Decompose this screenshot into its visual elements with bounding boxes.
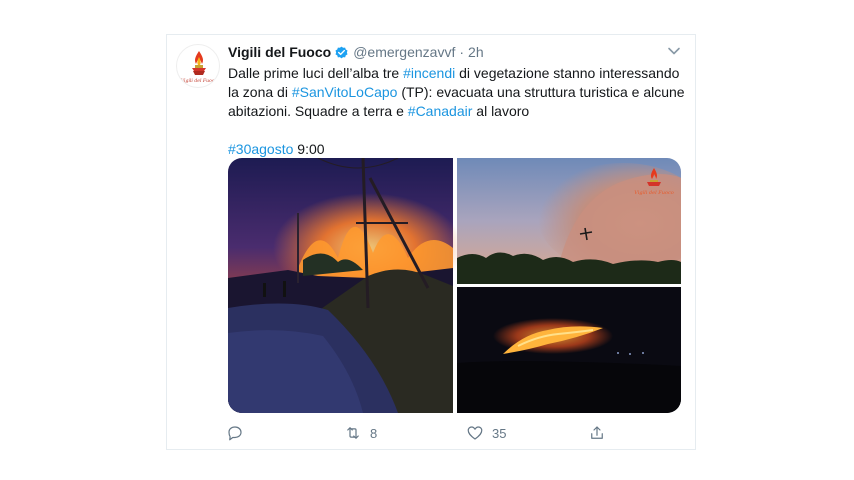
retweet-button[interactable]: 8 [344, 423, 377, 443]
hashtag-link[interactable]: #incendi [403, 65, 455, 81]
hashtag-link[interactable]: #Canadair [408, 103, 473, 119]
retweet-count: 8 [370, 425, 378, 441]
like-button[interactable]: 35 [466, 423, 506, 443]
retweet-icon [347, 427, 359, 439]
tweet-text-line: abitazioni. Squadre a terra e #Canadair … [228, 102, 688, 121]
account-handle[interactable]: @emergenzavvf [353, 44, 455, 60]
reply-button[interactable] [226, 423, 252, 443]
hashtag-link[interactable]: #SanVitoLoCapo [292, 84, 398, 100]
tweet-text: Dalle prime luci dell’alba tre #incendi … [228, 64, 688, 159]
avatar[interactable]: Vigili del Fuoco [176, 44, 220, 88]
photo-night-fire-hill[interactable] [457, 287, 681, 413]
chevron-down-icon[interactable] [666, 44, 682, 58]
text-segment: (TP): evacuata una struttura turistica e… [397, 84, 685, 100]
text-segment: la zona di [228, 84, 292, 100]
tweet-header: Vigili del Fuoco @emergenzavvf · 2h [228, 43, 484, 61]
tweet-actions: 8 35 [226, 423, 626, 443]
photo-night-fire-road[interactable] [228, 158, 463, 413]
watermark-text: Vigili del Fuoco [634, 190, 674, 196]
tweet-timestamp[interactable]: 2h [468, 44, 484, 60]
firefighter-logo-icon: Vigili del Fuoco [181, 51, 217, 84]
text-segment: Dalle prime luci dell’alba tre [228, 65, 404, 81]
share-button[interactable] [588, 423, 606, 443]
reply-icon [228, 426, 242, 441]
tweet-text-line: #30agosto 9:00 [228, 140, 688, 159]
hashtag-link[interactable]: #30agosto [228, 141, 293, 157]
share-icon [591, 426, 603, 439]
text-segment: al lavoro [472, 103, 530, 119]
tweet-text-line: la zona di #SanVitoLoCapo (TP): evacuata… [228, 83, 688, 102]
photo-smoke-canadair[interactable]: Vigili del Fuoco [457, 158, 681, 284]
text-segment: di vegetazione stanno interessando [455, 65, 680, 81]
like-icon [467, 426, 483, 440]
separator-dot: · [459, 44, 465, 60]
media-grid: Vigili del Fuoco [228, 158, 681, 413]
tweet-text-line: Dalle prime luci dell’alba tre #incendi … [228, 64, 688, 83]
text-segment: 9:00 [293, 141, 325, 157]
like-count: 35 [492, 425, 507, 441]
verified-badge-icon [335, 46, 348, 58]
account-name[interactable]: Vigili del Fuoco [228, 44, 331, 60]
text-segment: abitazioni. Squadre a terra e [228, 103, 408, 119]
